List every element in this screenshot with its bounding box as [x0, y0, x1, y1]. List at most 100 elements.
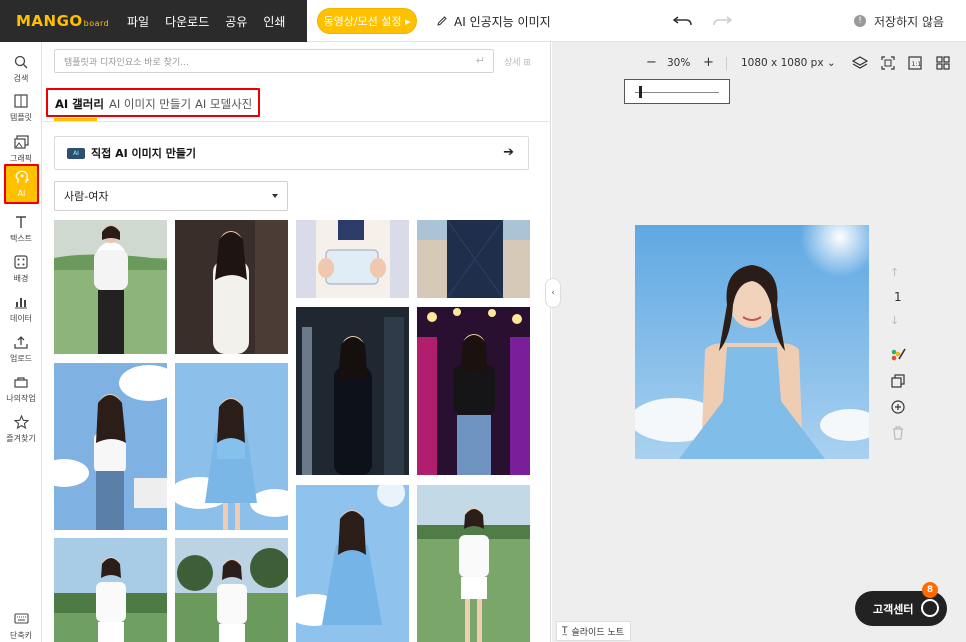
rail-label: AI: [17, 189, 26, 198]
zoom-level[interactable]: 30%: [667, 57, 690, 69]
ai-gallery-panel: 템플릿과 디자인요소 바로 찾기... ↵ 상세 ⊞ AI 갤러리 AI 이미지…: [42, 42, 551, 642]
rail-item-template[interactable]: 템플릿: [0, 89, 42, 127]
make-ai-image-button[interactable]: AI 직접 AI 이미지 만들기 ➔: [54, 136, 529, 170]
rail-item-text[interactable]: 텍스트: [0, 210, 42, 248]
detail-search-button[interactable]: 상세 ⊞: [504, 55, 531, 68]
slider-handle[interactable]: [639, 86, 642, 98]
zoom-out-button[interactable]: −: [646, 55, 657, 70]
gallery-image[interactable]: [417, 485, 530, 642]
rail-label: 단축키: [9, 631, 33, 640]
text-icon: [13, 214, 29, 230]
logo-text: MANGOboard: [16, 12, 110, 30]
gallery-image[interactable]: [54, 220, 167, 354]
template-search-input[interactable]: 템플릿과 디자인요소 바로 찾기... ↵: [54, 49, 494, 73]
note-icon: T̲: [562, 626, 568, 636]
design-page[interactable]: [635, 225, 869, 459]
rail-item-ai[interactable]: AI: [4, 164, 39, 204]
grid-view-icon[interactable]: [935, 55, 951, 71]
category-select[interactable]: 사람-여자: [54, 181, 288, 211]
gallery-image[interactable]: [54, 538, 167, 642]
ai-badge-icon: AI: [67, 147, 85, 159]
keyboard-icon: [13, 611, 29, 627]
main-menu: 파일 다운로드 공유 인쇄: [113, 0, 307, 42]
slide-note-button[interactable]: T̲ 슬라이드 노트: [556, 621, 631, 641]
star-icon: [13, 414, 29, 430]
rail-item-my-work[interactable]: 나의작업: [0, 370, 42, 408]
rail-item-graphic[interactable]: 그래픽: [0, 130, 42, 168]
gallery-image[interactable]: [175, 363, 288, 530]
rail-label: 배경: [13, 274, 29, 283]
tab-ai-model-photo[interactable]: AI 모델사진: [195, 96, 252, 112]
rail-label: 템플릿: [9, 113, 33, 122]
rail-item-upload[interactable]: 업로드: [0, 330, 42, 368]
search-icon: [13, 54, 29, 70]
save-status: ! 저장하지 않음: [854, 0, 944, 42]
ai-image-link-label: AI 인공지능 이미지: [454, 14, 551, 29]
logo[interactable]: MANGOboard: [0, 0, 113, 42]
top-bar: MANGOboard 파일 다운로드 공유 인쇄 동영상/모션 설정 ▸ AI …: [0, 0, 966, 42]
motion-settings-button[interactable]: 동영상/모션 설정 ▸: [317, 8, 417, 34]
info-icon: !: [854, 15, 866, 27]
rail-label: 검색: [13, 74, 29, 83]
trash-icon[interactable]: [890, 425, 906, 441]
rail-item-data[interactable]: 데이터: [0, 290, 42, 328]
customer-center-label: 고객센터: [873, 602, 914, 616]
menu-print[interactable]: 인쇄: [263, 13, 285, 30]
zoom-slider[interactable]: [624, 79, 730, 104]
menu-file[interactable]: 파일: [127, 13, 149, 30]
category-value: 사람-여자: [64, 190, 109, 203]
gallery-image[interactable]: [54, 363, 167, 530]
duplicate-icon[interactable]: [890, 373, 906, 389]
add-page-icon[interactable]: [890, 399, 906, 415]
rail-item-shortcuts[interactable]: 단축키: [0, 607, 42, 642]
tab-ai-gallery[interactable]: AI 갤러리: [55, 96, 104, 112]
rail-label: 그래픽: [9, 154, 33, 163]
slider-track: [635, 92, 719, 93]
zoom-in-button[interactable]: +: [703, 55, 714, 70]
divider: [726, 57, 727, 70]
rail-label: 업로드: [9, 354, 33, 363]
notification-badge: 8: [922, 582, 938, 598]
rail-item-background[interactable]: 배경: [0, 250, 42, 288]
menu-download[interactable]: 다운로드: [165, 13, 209, 30]
divider: [42, 121, 550, 122]
tab-ai-image-create[interactable]: AI 이미지 만들기: [109, 96, 191, 112]
rail-label: 텍스트: [9, 234, 33, 243]
gallery-image[interactable]: [175, 538, 288, 642]
gallery-image[interactable]: [417, 307, 530, 475]
panel-collapse-button[interactable]: ‹: [545, 278, 561, 308]
slide-note-label: 슬라이드 노트: [571, 627, 625, 638]
ai-image-link[interactable]: AI 인공지능 이미지: [436, 0, 551, 42]
tool-rail: 검색 템플릿 그래픽 AI 텍스트 배경 데이터 업로드 나의작업 즐겨찾기 단…: [0, 42, 42, 642]
upload-icon: [13, 334, 29, 350]
gallery-image[interactable]: [296, 220, 409, 298]
arrow-down-icon[interactable]: ↓: [890, 314, 899, 327]
ratio-icon[interactable]: 1:1: [907, 55, 923, 71]
gallery-image[interactable]: [417, 220, 530, 298]
template-icon: [13, 93, 29, 109]
chat-icon: [921, 599, 939, 617]
redo-icon[interactable]: [711, 11, 733, 31]
canvas-size-select[interactable]: 1080 x 1080 px ⌄: [741, 57, 836, 69]
pencil-icon: [437, 16, 447, 26]
rail-item-favorites[interactable]: 즐겨찾기: [0, 410, 42, 448]
rail-item-search[interactable]: 검색: [0, 50, 42, 88]
menu-share[interactable]: 공유: [225, 13, 247, 30]
search-placeholder: 템플릿과 디자인요소 바로 찾기...: [64, 57, 189, 68]
layers-icon[interactable]: [852, 55, 868, 71]
gallery-image[interactable]: [175, 220, 288, 354]
gallery-image[interactable]: [296, 485, 409, 642]
save-status-label: 저장하지 않음: [874, 14, 945, 29]
rail-label: 즐겨찾기: [6, 434, 36, 443]
enter-icon[interactable]: ↵: [476, 54, 485, 67]
graphic-icon: [13, 134, 29, 150]
svg-text:1:1: 1:1: [912, 61, 922, 68]
undo-icon[interactable]: [672, 11, 694, 31]
ai-icon: [14, 170, 30, 186]
fit-screen-icon[interactable]: [880, 55, 896, 71]
arrow-up-icon[interactable]: ↑: [890, 266, 899, 279]
color-picker-icon[interactable]: [890, 346, 906, 362]
page-number: 1: [894, 290, 902, 304]
make-ai-image-label: 직접 AI 이미지 만들기: [91, 147, 197, 160]
gallery-image[interactable]: [296, 307, 409, 475]
